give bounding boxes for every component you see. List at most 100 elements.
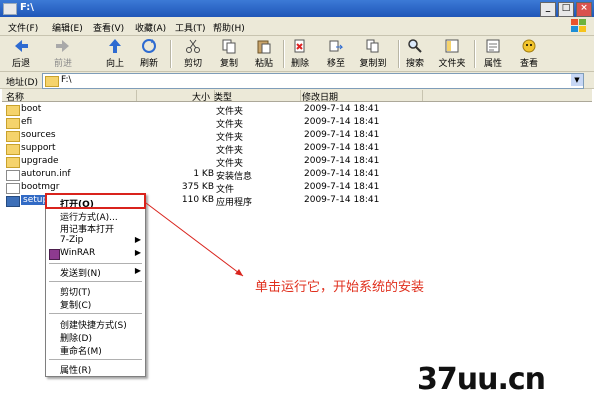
copy-to-button[interactable]: 复制到 <box>358 38 388 69</box>
folder-icon <box>6 144 20 155</box>
settings-file-icon <box>6 170 20 181</box>
submenu-arrow-icon: ▶ <box>134 235 141 244</box>
file-date: 2009-7-14 18:41 <box>304 195 380 205</box>
menu-item-winrar[interactable]: WinRAR ▶ <box>46 247 145 260</box>
submenu-arrow-icon: ▶ <box>134 248 141 257</box>
column-size[interactable]: 大小 <box>138 90 215 103</box>
toolbar: 后退 前进 向上 刷新 剪切 复制 粘贴 删除 移至 复制到 搜索 文件夹 属性… <box>0 36 594 72</box>
minimize-button[interactable]: _ <box>540 2 556 17</box>
paste-icon <box>257 40 271 54</box>
annotation-text: 单击运行它，开始系统的安装 <box>255 280 425 295</box>
copy-to-icon <box>366 39 379 53</box>
column-name[interactable]: 名称 <box>6 90 137 103</box>
back-label: 后退 <box>11 59 30 69</box>
file-name: efi <box>21 117 33 127</box>
menu-item-label: 属性(R) <box>60 366 92 376</box>
menu-item-label: 重命名(M) <box>60 347 102 357</box>
window-title: F:\ <box>20 2 34 13</box>
maximize-button[interactable]: □ <box>558 2 574 17</box>
forward-button[interactable]: 前进 <box>48 38 78 69</box>
address-bar: 地址(D) F:\ ▼ <box>0 72 594 89</box>
menu-item-create-shortcut[interactable]: 创建快捷方式(S) <box>46 317 145 331</box>
list-item[interactable]: upgrade 文件夹 2009-7-14 18:41 <box>4 155 424 169</box>
menu-edit[interactable]: 编辑(E) <box>52 21 83 34</box>
back-arrow-icon <box>15 40 28 52</box>
cut-button[interactable]: 剪切 <box>178 38 208 69</box>
delete-button[interactable]: 删除 <box>285 38 315 69</box>
list-item[interactable]: autorun.inf 1 KB 安装信息 2009-7-14 18:41 <box>4 168 424 182</box>
list-item[interactable]: efi 文件夹 2009-7-14 18:41 <box>4 116 424 130</box>
copy-button[interactable]: 复制 <box>214 38 244 69</box>
file-name: bootmgr <box>21 182 60 192</box>
scissors-icon <box>186 39 200 53</box>
file-date: 2009-7-14 18:41 <box>304 104 380 114</box>
up-arrow-icon <box>109 39 121 53</box>
menu-favorites[interactable]: 收藏(A) <box>135 21 166 34</box>
winrar-icon <box>49 249 60 260</box>
move-to-button[interactable]: 移至 <box>321 38 351 69</box>
folder-icon <box>6 105 20 116</box>
list-item[interactable]: boot 文件夹 2009-7-14 18:41 <box>4 103 424 117</box>
menu-tools[interactable]: 工具(T) <box>175 21 206 34</box>
application-icon <box>6 196 20 207</box>
menu-item-label: 复制(C) <box>60 301 92 311</box>
file-date: 2009-7-14 18:41 <box>304 143 380 153</box>
menu-help[interactable]: 帮助(H) <box>213 21 245 34</box>
properties-button[interactable]: 属性 <box>478 38 508 69</box>
file-name: support <box>21 143 56 153</box>
move-to-icon <box>329 40 344 52</box>
forward-arrow-icon <box>56 40 69 52</box>
folder-icon <box>6 131 20 142</box>
title-bar: F:\ _ □ × <box>0 0 594 17</box>
menu-item-delete[interactable]: 删除(D) <box>46 330 145 344</box>
properties-icon <box>486 39 500 53</box>
file-name: sources <box>21 130 56 140</box>
column-modified[interactable]: 修改日期 <box>302 90 423 103</box>
move-to-label: 移至 <box>326 59 345 69</box>
file-name: upgrade <box>21 156 59 166</box>
menu-item-open-notepad[interactable]: 用记事本打开 <box>46 221 145 235</box>
menu-item-label: 7-Zip <box>60 235 84 245</box>
menu-item-copy[interactable]: 复制(C) <box>46 297 145 311</box>
file-date: 2009-7-14 18:41 <box>304 130 380 140</box>
column-header: 名称 大小 类型 修改日期 <box>2 89 592 103</box>
highlight-box <box>45 193 146 209</box>
menu-separator <box>49 281 142 282</box>
menu-item-send-to[interactable]: 发送到(N) ▶ <box>46 265 145 279</box>
menu-item-rename[interactable]: 重命名(M) <box>46 343 145 357</box>
back-button[interactable]: 后退 <box>6 38 36 69</box>
chevron-down-icon[interactable]: ▼ <box>571 74 583 86</box>
file-size: 1 KB <box>193 169 214 179</box>
list-item[interactable]: sources 文件夹 2009-7-14 18:41 <box>4 129 424 143</box>
folder-icon <box>6 157 20 168</box>
view-label: 查看 <box>519 59 538 69</box>
menu-item-cut[interactable]: 剪切(T) <box>46 284 145 298</box>
menu-file[interactable]: 文件(F) <box>8 21 38 34</box>
menu-item-properties[interactable]: 属性(R) <box>46 362 145 376</box>
delete-label: 删除 <box>290 59 309 69</box>
list-item[interactable]: support 文件夹 2009-7-14 18:41 <box>4 142 424 156</box>
menu-item-7zip[interactable]: 7-Zip ▶ <box>46 234 145 247</box>
file-icon <box>6 183 20 194</box>
properties-label: 属性 <box>483 59 502 69</box>
copy-icon <box>222 39 236 54</box>
address-input[interactable]: F:\ ▼ <box>42 73 584 89</box>
view-icon <box>522 39 536 53</box>
view-button[interactable]: 查看 <box>514 38 544 69</box>
folders-label: 文件夹 <box>438 59 466 69</box>
folders-button[interactable]: 文件夹 <box>437 38 467 69</box>
forward-label: 前进 <box>53 59 72 69</box>
up-button[interactable]: 向上 <box>100 38 130 69</box>
file-date: 2009-7-14 18:41 <box>304 169 380 179</box>
folder-window-icon <box>3 3 17 15</box>
file-size: 110 KB <box>181 195 214 205</box>
paste-button[interactable]: 粘贴 <box>249 38 279 69</box>
refresh-button[interactable]: 刷新 <box>134 38 164 69</box>
column-type[interactable]: 类型 <box>214 90 301 103</box>
search-button[interactable]: 搜索 <box>400 38 430 69</box>
menu-view[interactable]: 查看(V) <box>93 21 124 34</box>
context-menu: 打开(O) 运行方式(A)... 用记事本打开 7-Zip ▶ WinRAR ▶ 发… <box>45 193 146 377</box>
menu-separator <box>49 359 142 360</box>
close-button[interactable]: × <box>576 2 592 17</box>
menu-item-label: 发送到(N) <box>60 269 101 279</box>
